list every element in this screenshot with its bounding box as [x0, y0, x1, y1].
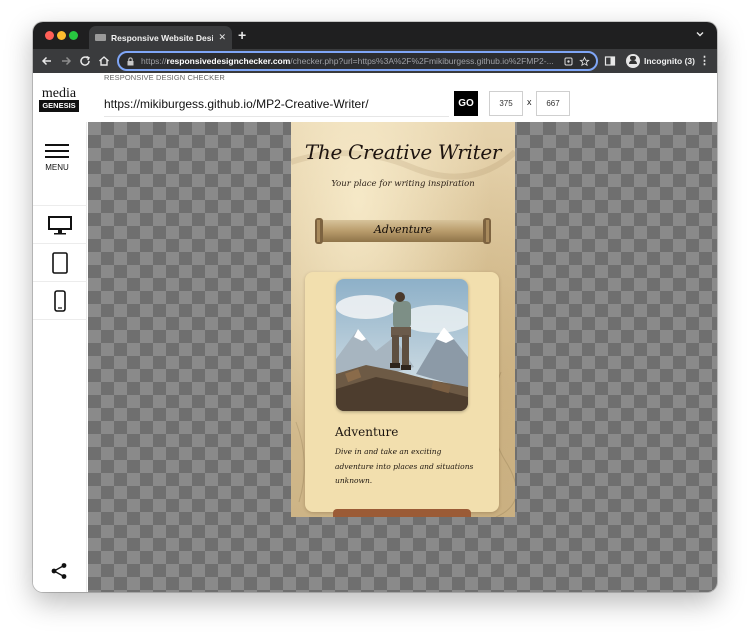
site-tagline: Your place for writing inspiration	[331, 179, 475, 189]
hamburger-line	[45, 144, 69, 146]
extension-icon[interactable]	[563, 56, 574, 67]
address-text[interactable]: https://responsivedesignchecker.com/chec…	[141, 56, 558, 66]
back-arrow-icon[interactable]	[39, 53, 55, 69]
profile-label: Incognito (3)	[644, 56, 695, 66]
site-url-input[interactable]	[104, 91, 449, 117]
viewport-width-input[interactable]: 375	[489, 91, 523, 116]
reload-icon[interactable]	[77, 53, 93, 69]
menu-button[interactable]: MENU	[33, 122, 87, 206]
maximize-window-button[interactable]	[69, 31, 78, 40]
lock-icon[interactable]	[125, 56, 136, 67]
phone-icon	[54, 289, 66, 312]
incognito-profile-button[interactable]: Incognito (3)	[621, 52, 700, 70]
hamburger-line	[45, 150, 69, 152]
browser-toolbar: https://responsivedesignchecker.com/chec…	[33, 49, 717, 73]
tab-search-chevron-icon[interactable]	[695, 29, 705, 39]
banner-label: Adventure	[373, 223, 433, 236]
url-path: /checker.php?url=https%3A%2F%2Fmikiburge…	[290, 56, 554, 66]
logo-top-text: media	[41, 86, 77, 101]
adventure-card[interactable]: Adventure Dive in and take an exciting a…	[305, 272, 499, 517]
browser-menu-icon[interactable]: ⋮	[699, 55, 710, 67]
tablet-icon	[52, 251, 68, 274]
desktop-device-button[interactable]	[33, 206, 87, 244]
close-window-button[interactable]	[45, 31, 54, 40]
forward-arrow-icon[interactable]	[58, 53, 74, 69]
menu-label: MENU	[45, 163, 69, 172]
share-icon[interactable]	[50, 562, 68, 580]
url-host: responsivedesignchecker.com	[166, 56, 291, 66]
tablet-device-button[interactable]	[33, 244, 87, 282]
go-button[interactable]: GO	[454, 91, 478, 116]
tab-favicon-icon	[95, 34, 106, 41]
site-preview-viewport[interactable]: The Creative Writer Your place for writi…	[291, 122, 515, 517]
tab-title: Responsive Website Design Te	[111, 32, 214, 43]
app-header-label: RESPONSIVE DESIGN CHECKER	[104, 73, 225, 82]
bookmark-star-icon[interactable]	[579, 55, 590, 67]
tab-strip: Responsive Website Design Te ✕ +	[33, 22, 717, 49]
address-bar[interactable]: https://responsivedesignchecker.com/chec…	[117, 51, 598, 71]
card-description: Dive in and take an exciting adventure i…	[335, 447, 474, 485]
hamburger-line	[45, 156, 69, 158]
browser-window: Responsive Website Design Te ✕ + https:	[33, 22, 717, 592]
logo-bottom-text: GENESIS	[39, 100, 79, 112]
desktop-icon	[48, 215, 72, 234]
media-genesis-logo[interactable]: media GENESIS	[39, 86, 79, 112]
url-scheme: https://	[141, 56, 167, 66]
incognito-avatar-icon	[626, 54, 640, 68]
dimension-separator: x	[527, 97, 532, 107]
browser-tab[interactable]: Responsive Website Design Te ✕	[89, 26, 232, 49]
device-sidebar: MENU	[33, 122, 87, 592]
page-content: RESPONSIVE DESIGN CHECKER media GENESIS …	[33, 73, 717, 592]
hiker-mountain-image	[336, 279, 468, 411]
card-title: Adventure	[335, 425, 399, 439]
card-action-button[interactable]	[333, 509, 471, 517]
side-panel-icon[interactable]	[604, 55, 616, 67]
tab-close-icon[interactable]: ✕	[218, 32, 226, 43]
home-icon[interactable]	[96, 53, 112, 69]
phone-device-button[interactable]	[33, 282, 87, 320]
site-title: The Creative Writer	[304, 140, 502, 164]
new-tab-button[interactable]: +	[238, 27, 246, 43]
minimize-window-button[interactable]	[57, 31, 66, 40]
viewport-height-input[interactable]: 667	[536, 91, 570, 116]
